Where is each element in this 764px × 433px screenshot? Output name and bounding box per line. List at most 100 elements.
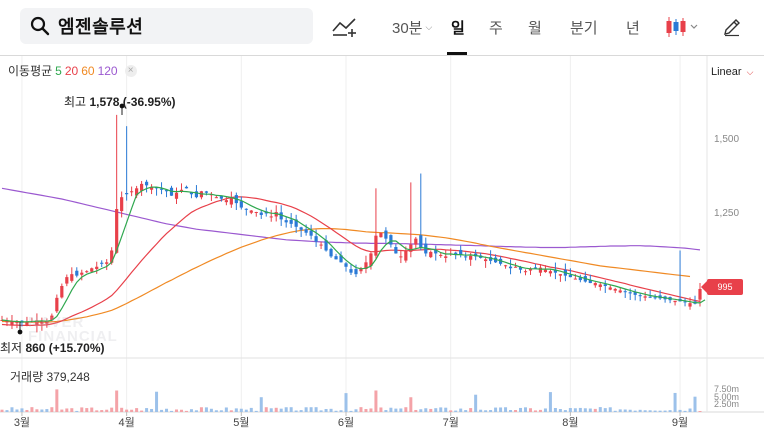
candle-body xyxy=(384,230,388,239)
stock-chart-panel[interactable]: 1,500 1,250 7.50m 5.00m 2.50m 3월 4월 5월 6월 7월 8월 9… xyxy=(0,56,764,433)
candle-body xyxy=(558,274,562,276)
volume-bar xyxy=(254,410,258,412)
volume-bar xyxy=(469,408,473,412)
moving-average-legend[interactable]: 이동평균 5 20 60 120 × xyxy=(8,62,137,79)
timeframe-month[interactable]: 월 xyxy=(528,15,542,39)
candle-body xyxy=(409,244,413,252)
volume-bar xyxy=(229,410,233,412)
candle-body xyxy=(538,267,543,273)
volume-tick-label: 2.50m xyxy=(714,399,739,409)
volume-bar xyxy=(533,410,537,412)
volume-bar xyxy=(494,407,498,412)
volume-bar xyxy=(140,410,144,412)
volume-bar xyxy=(130,409,134,412)
candle-body xyxy=(174,192,179,199)
volume-bar xyxy=(60,409,64,412)
volume-bar xyxy=(239,408,243,412)
volume-axis-ticks: 7.50m5.00m2.50m xyxy=(714,384,739,409)
candle-body xyxy=(469,255,473,260)
volume-bar xyxy=(583,408,587,412)
volume-bar xyxy=(249,407,253,412)
candle-body xyxy=(65,277,69,284)
volume-bar xyxy=(394,408,398,412)
candlestick-icon[interactable] xyxy=(664,14,700,40)
candle-body xyxy=(105,262,109,264)
volume-bar xyxy=(15,409,19,412)
candle-body xyxy=(389,235,393,245)
volume-bar xyxy=(95,410,99,412)
volume-bar xyxy=(553,408,557,412)
volume-bar xyxy=(269,408,273,412)
volume-bar xyxy=(379,407,383,412)
candle-body xyxy=(125,193,129,195)
volume-bar xyxy=(334,410,338,412)
candle-body xyxy=(90,268,94,272)
volume-bar xyxy=(424,408,428,412)
timeframe-week[interactable]: 주 xyxy=(489,15,503,39)
candle-body xyxy=(688,303,692,307)
volume-bar xyxy=(414,409,418,412)
scale-selector[interactable]: Linear ⌵ xyxy=(711,66,753,78)
volume-bar xyxy=(329,408,333,412)
search-box[interactable]: 엠젠솔루션 xyxy=(20,8,313,44)
candle-body xyxy=(249,210,253,213)
volume-bar xyxy=(199,407,203,412)
timeframe-30min[interactable]: 30분 ⌵ xyxy=(392,15,432,39)
candle-body xyxy=(75,270,79,276)
volume-bar xyxy=(504,407,508,412)
volume-bar xyxy=(459,408,463,412)
volume-bar xyxy=(693,396,697,412)
search-input[interactable]: 엠젠솔루션 xyxy=(58,13,143,39)
candle-body xyxy=(414,238,418,245)
compare-chart-icon[interactable] xyxy=(330,14,360,40)
candle-body xyxy=(15,322,19,324)
candle-body xyxy=(568,275,572,278)
volume-bar xyxy=(668,410,672,412)
candle-body xyxy=(653,297,657,299)
volume-bar xyxy=(244,409,248,412)
candle-body xyxy=(548,271,553,274)
active-tab-indicator xyxy=(447,52,467,55)
volume-bar xyxy=(514,410,518,412)
ma-period-60: 60 xyxy=(81,63,95,78)
pencil-icon[interactable] xyxy=(720,14,744,40)
candle-body xyxy=(608,287,612,290)
date-axis-ticks: 3월 4월 5월 6월 7월 8월 9월 xyxy=(14,412,688,429)
close-icon[interactable]: × xyxy=(124,64,137,77)
volume-bar xyxy=(653,410,657,412)
volume-bar xyxy=(369,408,373,412)
volume-bar xyxy=(314,407,318,412)
price-chart[interactable]: 1,500 1,250 7.50m5.00m2.50m 3월 4월 5월 6월 7월 8월 9… xyxy=(0,56,764,433)
volume-bar xyxy=(304,407,308,412)
timeframe-quarter[interactable]: 분기 xyxy=(570,15,598,39)
volume-bar xyxy=(389,407,393,412)
volume-bar xyxy=(224,407,228,412)
volume-bar xyxy=(85,408,89,412)
candle-body xyxy=(513,266,518,268)
candle-body xyxy=(543,269,548,273)
ma5-line xyxy=(1,186,706,323)
volume-bar xyxy=(289,407,293,412)
candle-body xyxy=(254,212,258,213)
candle-body xyxy=(399,256,403,258)
volume-bar xyxy=(219,410,223,412)
ma-period-120: 120 xyxy=(97,63,118,78)
candle-body xyxy=(643,296,647,298)
volume-bar xyxy=(449,410,453,412)
volume-bar xyxy=(688,408,692,412)
volume-bar xyxy=(409,397,413,412)
volume-bar xyxy=(648,410,652,412)
volume-bar xyxy=(170,410,174,412)
volume-bar xyxy=(30,407,34,412)
timeframe-year[interactable]: 년 xyxy=(626,15,640,39)
volume-bar xyxy=(90,407,94,412)
candle-body xyxy=(404,250,408,261)
candle-body xyxy=(55,297,59,312)
volume-bar xyxy=(70,408,74,412)
volume-bar xyxy=(100,410,104,412)
candle-body xyxy=(304,229,308,233)
timeframe-day[interactable]: 일 xyxy=(451,15,465,39)
candle-body xyxy=(10,321,14,325)
volume-bar xyxy=(434,408,438,412)
volume-bar xyxy=(578,407,582,412)
